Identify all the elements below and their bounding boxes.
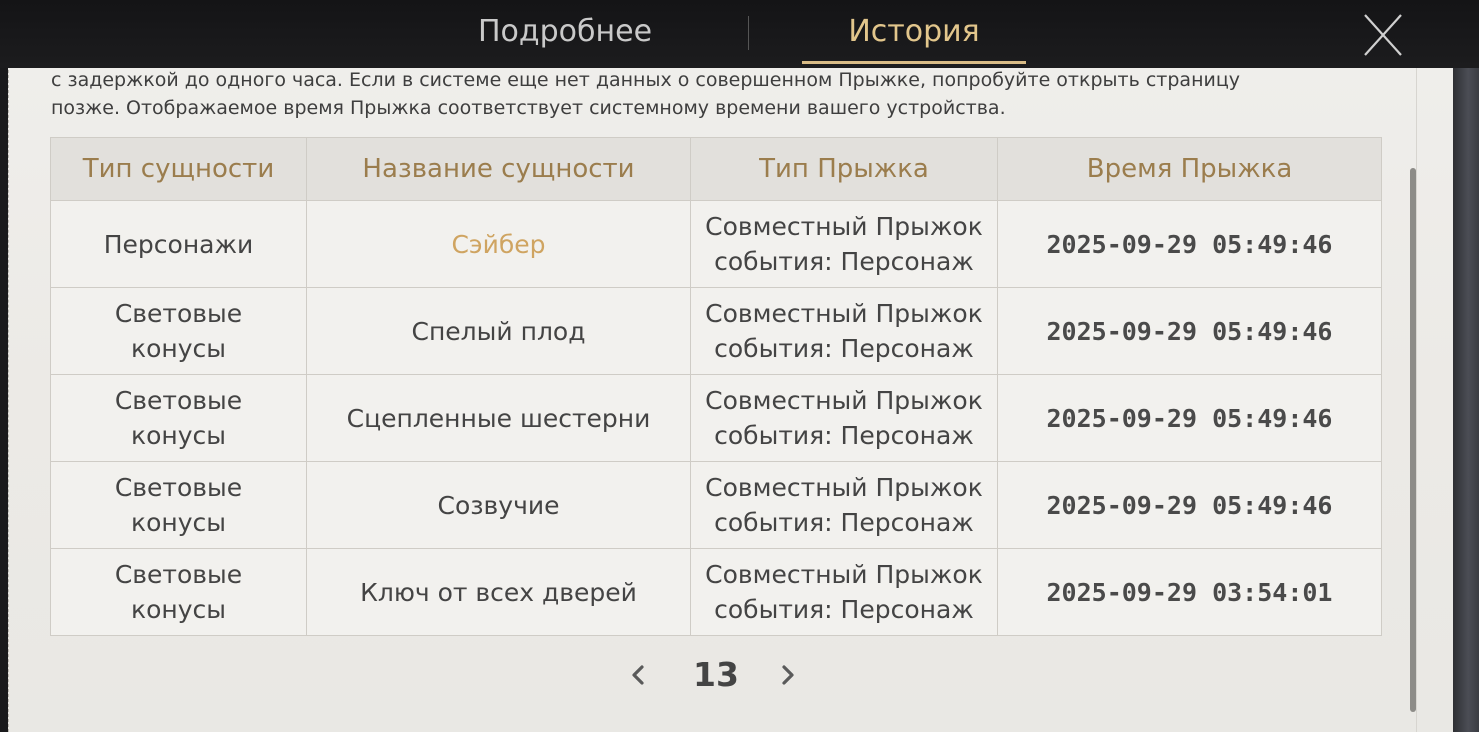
entity-type-line: Световые bbox=[114, 560, 243, 589]
tab-history[interactable]: История bbox=[802, 0, 1026, 64]
jump-type-line: Совместный Прыжок bbox=[705, 473, 983, 502]
table-row: Световые конусы Спелый плод Совместный Прыж… bbox=[50, 287, 1382, 375]
cell-jump-time: 2025-09-29 05:49:46 bbox=[997, 374, 1382, 462]
entity-type-line: Световые bbox=[114, 473, 243, 502]
notice-line-2: позже. Отображаемое время Прыжка соответ… bbox=[51, 97, 1006, 119]
chevron-left-icon bbox=[632, 665, 644, 685]
history-window: с задержкой до одного часа. Если в систе… bbox=[0, 0, 1479, 732]
jump-type-line: события: Персонаж bbox=[714, 595, 974, 624]
cell-entity-name: Созвучие bbox=[306, 461, 691, 549]
entity-type-line: конусы bbox=[130, 334, 227, 363]
cell-jump-time: 2025-09-29 05:49:46 bbox=[997, 461, 1382, 549]
entity-type-line: конусы bbox=[130, 595, 227, 624]
prev-page-button[interactable] bbox=[620, 650, 656, 700]
entity-type-line: Световые bbox=[114, 386, 243, 415]
close-icon bbox=[1364, 14, 1402, 56]
entity-type-line: Персонажи bbox=[103, 229, 254, 259]
cell-entity-name: Спелый плод bbox=[306, 287, 691, 375]
cell-jump-type: Совместный Прыжок события: Персонаж bbox=[690, 461, 998, 549]
cell-jump-time: 2025-09-29 05:49:46 bbox=[997, 200, 1382, 288]
page-number: 13 bbox=[693, 655, 739, 694]
scrollbar-thumb[interactable] bbox=[1410, 168, 1416, 712]
notice-text: с задержкой до одного часа. Если в систе… bbox=[51, 66, 1381, 122]
chevron-right-icon bbox=[782, 665, 794, 685]
entity-type-line: конусы bbox=[130, 508, 227, 537]
cell-entity-name: Ключ от всех дверей bbox=[306, 548, 691, 636]
cell-entity-type: Световые конусы bbox=[50, 461, 307, 549]
background-edge bbox=[1452, 60, 1479, 732]
header-entity-name: Название сущности bbox=[306, 137, 691, 201]
cell-jump-time: 2025-09-29 05:49:46 bbox=[997, 287, 1382, 375]
entity-type-line: конусы bbox=[130, 421, 227, 450]
header-jump-type: Тип Прыжка bbox=[690, 137, 998, 201]
header-jump-time: Время Прыжка bbox=[997, 137, 1382, 201]
cell-jump-type: Совместный Прыжок события: Персонаж bbox=[690, 374, 998, 462]
active-tab-indicator bbox=[802, 61, 1026, 64]
history-table: Тип сущности Название сущности Тип Прыжк… bbox=[50, 137, 1382, 636]
top-bar: Подробнее История bbox=[0, 0, 1479, 68]
panel-divider bbox=[1416, 60, 1417, 732]
table-row: Световые конусы Сцепленные шестерни Совмест… bbox=[50, 374, 1382, 462]
next-page-button[interactable] bbox=[770, 650, 806, 700]
tab-divider bbox=[748, 16, 749, 50]
table-row: Персонажи Сэйбер Совместный Прыжок события:… bbox=[50, 200, 1382, 288]
cell-entity-name: Сэйбер bbox=[306, 200, 691, 288]
table-body: Персонажи Сэйбер Совместный Прыжок события:… bbox=[50, 200, 1382, 636]
table-header-row: Тип сущности Название сущности Тип Прыжк… bbox=[50, 137, 1382, 201]
close-button[interactable] bbox=[1354, 6, 1412, 64]
table-row: Световые конусы Созвучие Совместный Прыжок с… bbox=[50, 461, 1382, 549]
jump-type-line: события: Персонаж bbox=[714, 334, 974, 363]
jump-type-line: события: Персонаж bbox=[714, 421, 974, 450]
jump-type-line: события: Персонаж bbox=[714, 508, 974, 537]
header-entity-type: Тип сущности bbox=[50, 137, 307, 201]
cell-entity-type: Персонажи bbox=[50, 200, 307, 288]
jump-type-line: Совместный Прыжок bbox=[705, 386, 983, 415]
table-row: Световые конусы Ключ от всех дверей Совмест… bbox=[50, 548, 1382, 636]
cell-entity-name: Сцепленные шестерни bbox=[306, 374, 691, 462]
cell-jump-type: Совместный Прыжок события: Персонаж bbox=[690, 200, 998, 288]
cell-entity-type: Световые конусы bbox=[50, 548, 307, 636]
entity-type-line: Световые bbox=[114, 299, 243, 328]
cell-jump-type: Совместный Прыжок события: Персонаж bbox=[690, 548, 998, 636]
cell-entity-type: Световые конусы bbox=[50, 287, 307, 375]
jump-type-line: события: Персонаж bbox=[714, 247, 974, 276]
jump-type-line: Совместный Прыжок bbox=[705, 212, 983, 241]
cell-entity-type: Световые конусы bbox=[50, 374, 307, 462]
jump-type-line: Совместный Прыжок bbox=[705, 560, 983, 589]
cell-jump-type: Совместный Прыжок события: Персонаж bbox=[690, 287, 998, 375]
jump-type-line: Совместный Прыжок bbox=[705, 299, 983, 328]
notice-line-1: с задержкой до одного часа. Если в систе… bbox=[51, 69, 1241, 91]
tab-details[interactable]: Подробнее bbox=[430, 0, 700, 64]
cell-jump-time: 2025-09-29 03:54:01 bbox=[997, 548, 1382, 636]
